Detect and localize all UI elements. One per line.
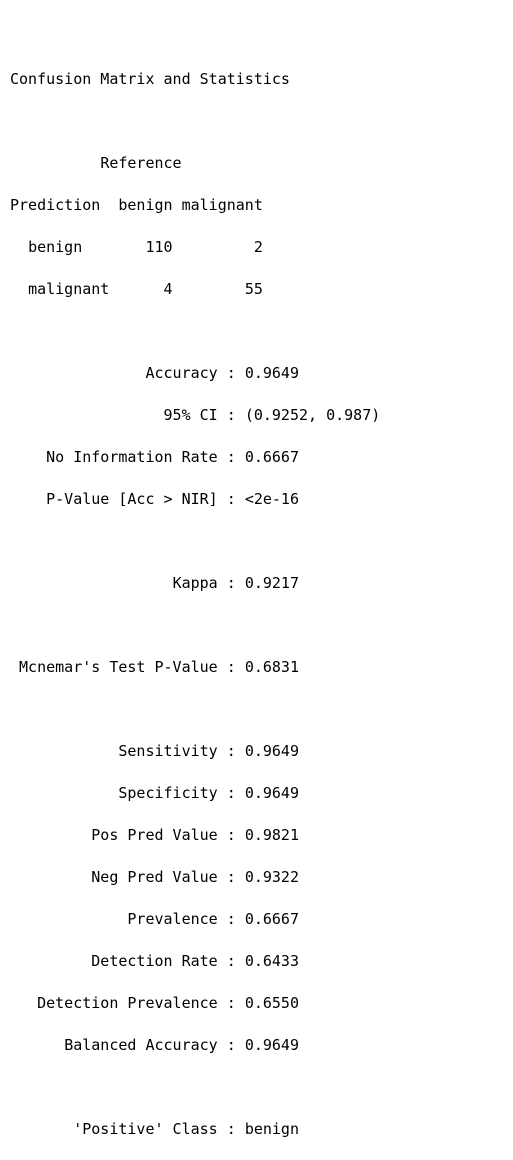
sensitivity-label: Sensitivity (118, 742, 217, 760)
blank-line-3 (10, 531, 503, 552)
matrix-row-benign: benign 110 2 (10, 237, 503, 258)
stat-positive-class: 'Positive' Class : benign (10, 1119, 503, 1140)
blank-line-2 (10, 321, 503, 342)
col-malignant: malignant (182, 196, 263, 214)
nir-value: 0.6667 (245, 448, 299, 466)
detection-rate-label: Detection Rate (91, 952, 217, 970)
detection-prevalence-label: Detection Prevalence (37, 994, 218, 1012)
detection-prevalence-value: 0.6550 (245, 994, 299, 1012)
npv-value: 0.9322 (245, 868, 299, 886)
prevalence-label: Prevalence (127, 910, 217, 928)
stat-ci: 95% CI : (0.9252, 0.987) (10, 405, 503, 426)
kappa-value: 0.9217 (245, 574, 299, 592)
stat-pvalue: P-Value [Acc > NIR] : <2e-16 (10, 489, 503, 510)
cell-benign-benign: 110 (145, 238, 172, 256)
stat-kappa: Kappa : 0.9217 (10, 573, 503, 594)
blank-line-5 (10, 699, 503, 720)
prediction-label: Prediction (10, 196, 100, 214)
stat-sensitivity: Sensitivity : 0.9649 (10, 741, 503, 762)
stat-nir: No Information Rate : 0.6667 (10, 447, 503, 468)
prev-value: 0.6667 (245, 910, 299, 928)
balanced-accuracy-value: 0.9649 (245, 1036, 299, 1054)
ci-value: (0.9252, 0.987) (245, 406, 380, 424)
cell-malignant-malignant: 55 (245, 280, 263, 298)
ppv-value: 0.9821 (245, 826, 299, 844)
stat-mcnemar: Mcnemar's Test P-Value : 0.6831 (10, 657, 503, 678)
mcnemar-value: 0.6831 (245, 658, 299, 676)
detection-rate-value: 0.6433 (245, 952, 299, 970)
stat-npv: Neg Pred Value : 0.9322 (10, 867, 503, 888)
title-line: Confusion Matrix and Statistics (10, 69, 503, 90)
npv-label: Neg Pred Value (91, 868, 217, 886)
stat-detection-rate: Detection Rate : 0.6433 (10, 951, 503, 972)
ppv-label: Pos Pred Value (91, 826, 217, 844)
stat-ppv: Pos Pred Value : 0.9821 (10, 825, 503, 846)
matrix-row-malignant: malignant 4 55 (10, 279, 503, 300)
specificity-value: 0.9649 (245, 784, 299, 802)
sensitivity-value: 0.9649 (245, 742, 299, 760)
blank-line (10, 111, 503, 132)
cell-malignant-benign: 4 (164, 280, 173, 298)
row-label-malignant: malignant (28, 280, 109, 298)
specificity-label: Specificity (118, 784, 217, 802)
positive-class-value: benign (245, 1120, 299, 1138)
accuracy-label: Accuracy (145, 364, 217, 382)
ci-label: 95% CI (164, 406, 218, 424)
stat-prevalence: Prevalence : 0.6667 (10, 909, 503, 930)
reference-label: Reference (100, 154, 181, 172)
blank-line-4 (10, 615, 503, 636)
kappa-label: Kappa (173, 574, 218, 592)
stat-balanced-accuracy: Balanced Accuracy : 0.9649 (10, 1035, 503, 1056)
balanced-accuracy-label: Balanced Accuracy (64, 1036, 218, 1054)
row-label-benign: benign (28, 238, 82, 256)
matrix-header-line: Reference (10, 153, 503, 174)
accuracy-value: 0.9649 (245, 364, 299, 382)
pvalue-label: P-Value [Acc > NIR] (46, 490, 218, 508)
nir-label: No Information Rate (46, 448, 218, 466)
stat-detection-prevalence: Detection Prevalence : 0.6550 (10, 993, 503, 1014)
positive-class-label: 'Positive' Class (73, 1120, 218, 1138)
blank-line-6 (10, 1077, 503, 1098)
matrix-col-labels-line: Prediction benign malignant (10, 195, 503, 216)
stat-accuracy: Accuracy : 0.9649 (10, 363, 503, 384)
col-benign: benign (118, 196, 172, 214)
cell-benign-malignant: 2 (254, 238, 263, 256)
stat-specificity: Specificity : 0.9649 (10, 783, 503, 804)
pvalue-value: <2e-16 (245, 490, 299, 508)
mcnemar-label: Mcnemar's Test P-Value (19, 658, 218, 676)
